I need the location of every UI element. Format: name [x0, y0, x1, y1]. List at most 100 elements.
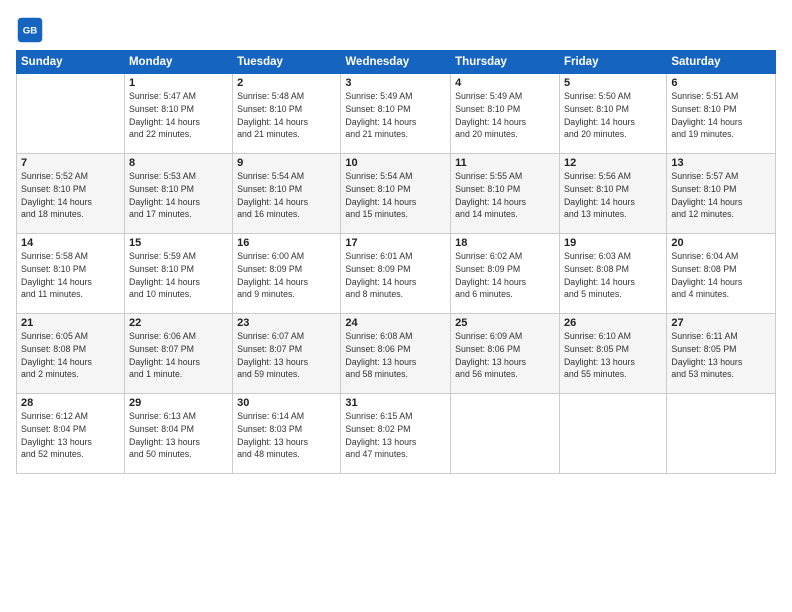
calendar-cell	[17, 74, 125, 154]
logo-icon: GB	[16, 16, 44, 44]
day-number: 12	[564, 157, 662, 169]
calendar-header-cell: Tuesday	[233, 51, 341, 74]
day-number: 22	[129, 317, 228, 329]
day-number: 25	[455, 317, 555, 329]
calendar-cell: 16Sunrise: 6:00 AM Sunset: 8:09 PM Dayli…	[233, 234, 341, 314]
page: GB SundayMondayTuesdayWednesdayThursdayF…	[0, 0, 792, 612]
calendar-cell: 24Sunrise: 6:08 AM Sunset: 8:06 PM Dayli…	[341, 314, 451, 394]
day-info: Sunrise: 6:10 AM Sunset: 8:05 PM Dayligh…	[564, 330, 662, 381]
day-number: 30	[237, 397, 336, 409]
calendar-header-cell: Friday	[559, 51, 666, 74]
calendar-cell: 27Sunrise: 6:11 AM Sunset: 8:05 PM Dayli…	[667, 314, 776, 394]
day-number: 23	[237, 317, 336, 329]
day-number: 28	[21, 397, 120, 409]
calendar-cell: 25Sunrise: 6:09 AM Sunset: 8:06 PM Dayli…	[451, 314, 560, 394]
day-number: 29	[129, 397, 228, 409]
day-info: Sunrise: 5:56 AM Sunset: 8:10 PM Dayligh…	[564, 170, 662, 221]
calendar-cell: 29Sunrise: 6:13 AM Sunset: 8:04 PM Dayli…	[124, 394, 232, 474]
header: GB	[16, 16, 776, 44]
calendar-header-cell: Thursday	[451, 51, 560, 74]
calendar-table: SundayMondayTuesdayWednesdayThursdayFrid…	[16, 50, 776, 474]
day-info: Sunrise: 5:54 AM Sunset: 8:10 PM Dayligh…	[345, 170, 446, 221]
day-number: 2	[237, 77, 336, 89]
day-number: 19	[564, 237, 662, 249]
calendar-cell: 11Sunrise: 5:55 AM Sunset: 8:10 PM Dayli…	[451, 154, 560, 234]
svg-text:GB: GB	[23, 26, 37, 37]
calendar-cell: 28Sunrise: 6:12 AM Sunset: 8:04 PM Dayli…	[17, 394, 125, 474]
calendar-header-cell: Sunday	[17, 51, 125, 74]
day-info: Sunrise: 6:09 AM Sunset: 8:06 PM Dayligh…	[455, 330, 555, 381]
calendar-cell: 17Sunrise: 6:01 AM Sunset: 8:09 PM Dayli…	[341, 234, 451, 314]
day-number: 3	[345, 77, 446, 89]
calendar-cell: 7Sunrise: 5:52 AM Sunset: 8:10 PM Daylig…	[17, 154, 125, 234]
calendar-week-row: 7Sunrise: 5:52 AM Sunset: 8:10 PM Daylig…	[17, 154, 776, 234]
day-number: 21	[21, 317, 120, 329]
calendar-cell: 26Sunrise: 6:10 AM Sunset: 8:05 PM Dayli…	[559, 314, 666, 394]
calendar-cell: 9Sunrise: 5:54 AM Sunset: 8:10 PM Daylig…	[233, 154, 341, 234]
day-info: Sunrise: 6:08 AM Sunset: 8:06 PM Dayligh…	[345, 330, 446, 381]
day-info: Sunrise: 6:13 AM Sunset: 8:04 PM Dayligh…	[129, 410, 228, 461]
day-number: 24	[345, 317, 446, 329]
calendar-cell: 23Sunrise: 6:07 AM Sunset: 8:07 PM Dayli…	[233, 314, 341, 394]
day-info: Sunrise: 6:11 AM Sunset: 8:05 PM Dayligh…	[671, 330, 771, 381]
calendar-cell: 19Sunrise: 6:03 AM Sunset: 8:08 PM Dayli…	[559, 234, 666, 314]
day-info: Sunrise: 5:58 AM Sunset: 8:10 PM Dayligh…	[21, 250, 120, 301]
day-info: Sunrise: 6:03 AM Sunset: 8:08 PM Dayligh…	[564, 250, 662, 301]
calendar-cell: 22Sunrise: 6:06 AM Sunset: 8:07 PM Dayli…	[124, 314, 232, 394]
day-number: 10	[345, 157, 446, 169]
calendar-week-row: 28Sunrise: 6:12 AM Sunset: 8:04 PM Dayli…	[17, 394, 776, 474]
calendar-cell: 1Sunrise: 5:47 AM Sunset: 8:10 PM Daylig…	[124, 74, 232, 154]
calendar-body: 1Sunrise: 5:47 AM Sunset: 8:10 PM Daylig…	[17, 74, 776, 474]
day-info: Sunrise: 6:02 AM Sunset: 8:09 PM Dayligh…	[455, 250, 555, 301]
calendar-cell	[559, 394, 666, 474]
calendar-header-cell: Saturday	[667, 51, 776, 74]
calendar-cell: 2Sunrise: 5:48 AM Sunset: 8:10 PM Daylig…	[233, 74, 341, 154]
calendar-header-row: SundayMondayTuesdayWednesdayThursdayFrid…	[17, 51, 776, 74]
day-info: Sunrise: 6:07 AM Sunset: 8:07 PM Dayligh…	[237, 330, 336, 381]
calendar-cell	[451, 394, 560, 474]
day-info: Sunrise: 5:54 AM Sunset: 8:10 PM Dayligh…	[237, 170, 336, 221]
calendar-cell: 13Sunrise: 5:57 AM Sunset: 8:10 PM Dayli…	[667, 154, 776, 234]
day-number: 5	[564, 77, 662, 89]
calendar-cell: 12Sunrise: 5:56 AM Sunset: 8:10 PM Dayli…	[559, 154, 666, 234]
day-info: Sunrise: 5:48 AM Sunset: 8:10 PM Dayligh…	[237, 90, 336, 141]
day-info: Sunrise: 5:50 AM Sunset: 8:10 PM Dayligh…	[564, 90, 662, 141]
calendar-header-cell: Wednesday	[341, 51, 451, 74]
day-info: Sunrise: 6:15 AM Sunset: 8:02 PM Dayligh…	[345, 410, 446, 461]
calendar-cell: 14Sunrise: 5:58 AM Sunset: 8:10 PM Dayli…	[17, 234, 125, 314]
day-info: Sunrise: 5:49 AM Sunset: 8:10 PM Dayligh…	[345, 90, 446, 141]
day-info: Sunrise: 5:59 AM Sunset: 8:10 PM Dayligh…	[129, 250, 228, 301]
calendar-cell: 15Sunrise: 5:59 AM Sunset: 8:10 PM Dayli…	[124, 234, 232, 314]
day-info: Sunrise: 5:52 AM Sunset: 8:10 PM Dayligh…	[21, 170, 120, 221]
day-number: 14	[21, 237, 120, 249]
day-number: 20	[671, 237, 771, 249]
day-number: 11	[455, 157, 555, 169]
calendar-cell: 8Sunrise: 5:53 AM Sunset: 8:10 PM Daylig…	[124, 154, 232, 234]
day-info: Sunrise: 6:00 AM Sunset: 8:09 PM Dayligh…	[237, 250, 336, 301]
day-info: Sunrise: 6:12 AM Sunset: 8:04 PM Dayligh…	[21, 410, 120, 461]
calendar-week-row: 21Sunrise: 6:05 AM Sunset: 8:08 PM Dayli…	[17, 314, 776, 394]
calendar-cell: 20Sunrise: 6:04 AM Sunset: 8:08 PM Dayli…	[667, 234, 776, 314]
day-info: Sunrise: 6:05 AM Sunset: 8:08 PM Dayligh…	[21, 330, 120, 381]
calendar-cell: 18Sunrise: 6:02 AM Sunset: 8:09 PM Dayli…	[451, 234, 560, 314]
calendar-cell: 21Sunrise: 6:05 AM Sunset: 8:08 PM Dayli…	[17, 314, 125, 394]
calendar-cell: 31Sunrise: 6:15 AM Sunset: 8:02 PM Dayli…	[341, 394, 451, 474]
day-number: 17	[345, 237, 446, 249]
day-number: 31	[345, 397, 446, 409]
calendar-cell: 10Sunrise: 5:54 AM Sunset: 8:10 PM Dayli…	[341, 154, 451, 234]
calendar-cell: 30Sunrise: 6:14 AM Sunset: 8:03 PM Dayli…	[233, 394, 341, 474]
day-number: 4	[455, 77, 555, 89]
day-info: Sunrise: 5:47 AM Sunset: 8:10 PM Dayligh…	[129, 90, 228, 141]
day-info: Sunrise: 5:49 AM Sunset: 8:10 PM Dayligh…	[455, 90, 555, 141]
day-number: 6	[671, 77, 771, 89]
day-info: Sunrise: 6:14 AM Sunset: 8:03 PM Dayligh…	[237, 410, 336, 461]
logo: GB	[16, 16, 48, 44]
day-info: Sunrise: 6:06 AM Sunset: 8:07 PM Dayligh…	[129, 330, 228, 381]
calendar-cell: 3Sunrise: 5:49 AM Sunset: 8:10 PM Daylig…	[341, 74, 451, 154]
calendar-week-row: 1Sunrise: 5:47 AM Sunset: 8:10 PM Daylig…	[17, 74, 776, 154]
day-number: 7	[21, 157, 120, 169]
day-number: 16	[237, 237, 336, 249]
calendar-cell: 4Sunrise: 5:49 AM Sunset: 8:10 PM Daylig…	[451, 74, 560, 154]
day-info: Sunrise: 5:51 AM Sunset: 8:10 PM Dayligh…	[671, 90, 771, 141]
day-number: 8	[129, 157, 228, 169]
